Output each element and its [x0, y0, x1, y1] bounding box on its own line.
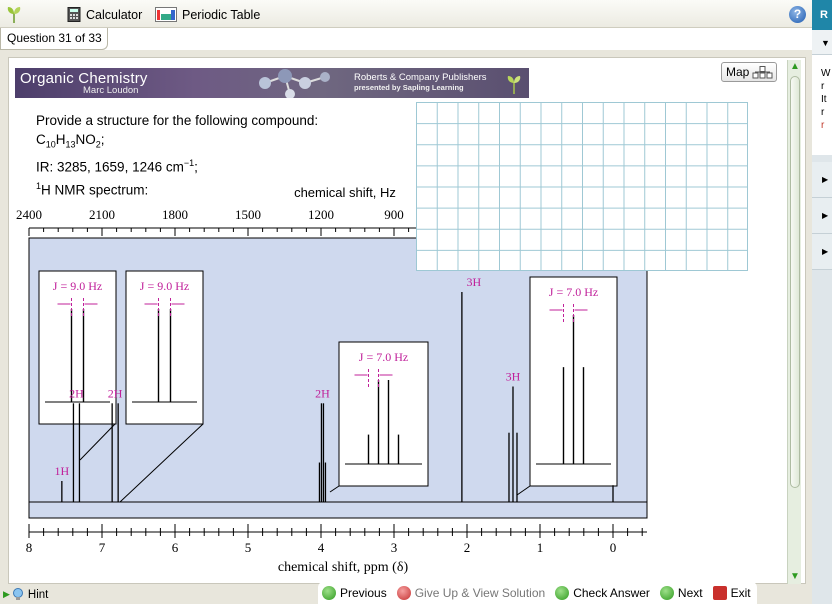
inset-box [38, 270, 117, 425]
calculator-label: Calculator [86, 7, 143, 22]
top-tick-label: 1800 [162, 207, 188, 222]
x-tick-label: 7 [99, 540, 106, 555]
periodic-table-icon [155, 7, 177, 22]
previous-label: Previous [340, 586, 387, 600]
calculator-icon [67, 7, 81, 22]
exit-button[interactable]: Exit [712, 586, 751, 600]
lightbulb-icon [12, 588, 23, 600]
bottom-axis: 8 7 6 5 4 3 2 1 0 [26, 524, 647, 555]
navigation-buttons: Previous Give Up & View Solution Check A… [318, 582, 757, 604]
x-tick-label: 3 [391, 540, 398, 555]
coupling-constant-label: J = 7.0 Hz [549, 285, 598, 299]
question-prompt: Provide a structure for the following co… [36, 113, 319, 128]
exit-door-icon [712, 586, 727, 600]
next-arrow-icon [659, 586, 674, 600]
x-axis-label: chemical shift, ppm (δ) [278, 560, 409, 575]
calculator-button[interactable]: Calculator [67, 6, 142, 23]
exit-label: Exit [730, 586, 751, 600]
expand-arrow-icon: ▶ [3, 589, 10, 599]
x-tick-label: 4 [318, 540, 325, 555]
previous-arrow-icon [322, 586, 336, 600]
scroll-thumb[interactable] [790, 76, 800, 488]
coupling-constant-label: J = 7.0 Hz [359, 350, 408, 364]
check-answer-button[interactable]: Check Answer [555, 586, 650, 600]
hint-label: Hint [27, 588, 49, 601]
question-counter-tab: Question 31 of 33 [0, 28, 108, 50]
integration-label: 2H [315, 386, 330, 400]
inset-box [125, 270, 204, 425]
molecular-formula: C10H13NO2; [36, 131, 105, 150]
banner-presented-by: presented by Sapling Learning [354, 83, 464, 92]
help-icon[interactable]: ? [789, 6, 806, 23]
ir-data: IR: 3285, 1659, 1246 cm−1; [36, 157, 198, 175]
sidebar-expand-icon[interactable]: ▶ [812, 234, 832, 270]
molecule-graphic [259, 69, 330, 98]
integration-label: 3H [506, 370, 521, 384]
top-tick-label: 900 [384, 207, 404, 222]
integration-label: 2H [108, 386, 123, 400]
sapling-leaf-icon [6, 4, 22, 24]
next-button[interactable]: Next [659, 586, 703, 600]
integration-label: 2H [69, 386, 84, 400]
x-tick-label: 1 [537, 540, 544, 555]
give-up-icon [396, 586, 411, 600]
banner-publisher: Roberts & Company Publishers [354, 72, 487, 83]
periodic-table-label: Periodic Table [182, 7, 261, 22]
x-tick-label: 5 [245, 540, 252, 555]
coupling-constant-label: J = 9.0 Hz [140, 279, 189, 293]
sidebar-expand-icon[interactable]: ▶ [812, 198, 832, 234]
scroll-up-icon[interactable]: ▲ [788, 60, 802, 74]
structure-drawing-canvas[interactable] [416, 102, 748, 271]
right-sidebar: R ▼ Wr It r r ▶ ▶ ▶ [812, 0, 832, 604]
x-tick-label: 6 [172, 540, 179, 555]
top-tick-label: 1500 [235, 207, 261, 222]
top-tick-label: 1200 [308, 207, 334, 222]
vertical-scrollbar[interactable]: ▲ ▼ [787, 60, 801, 584]
integration-label: 3H [467, 275, 482, 289]
banner-author: Marc Loudon [83, 85, 139, 96]
map-button[interactable]: Map [721, 62, 777, 82]
top-axis-label: chemical shift, Hz [294, 185, 396, 200]
top-toolbar: Calculator Periodic Table ? [0, 0, 812, 28]
bottom-bar: ▶ Hint Previous Give Up & View Solution … [0, 582, 812, 604]
give-up-label: Give Up & View Solution [414, 586, 546, 600]
top-tick-label: 2100 [89, 207, 115, 222]
sidebar-expand-icon[interactable]: ▶ [812, 162, 832, 198]
x-tick-label: 8 [26, 540, 33, 555]
x-tick-label: 2 [464, 540, 471, 555]
top-tick-label: 2400 [16, 207, 42, 222]
coupling-constant-label: J = 9.0 Hz [53, 279, 102, 293]
course-banner: Organic Chemistry Marc Loudon Roberts & … [15, 68, 529, 98]
sapling-leaf-icon [506, 73, 522, 98]
x-tick-label: 0 [610, 540, 617, 555]
previous-button[interactable]: Previous [322, 586, 387, 600]
integration-label: 1H [55, 464, 70, 478]
sidebar-header: R [812, 0, 832, 30]
next-label: Next [677, 586, 703, 600]
map-label: Map [726, 65, 750, 79]
periodic-table-button[interactable]: Periodic Table [155, 6, 260, 23]
check-answer-label: Check Answer [573, 586, 650, 600]
check-icon [555, 586, 570, 600]
sidebar-text: Wr It r r [812, 55, 832, 155]
sidebar-dropdown-icon[interactable]: ▼ [812, 30, 832, 55]
map-icon [752, 66, 773, 79]
give-up-button[interactable]: Give Up & View Solution [396, 586, 546, 600]
hint-button[interactable]: ▶ Hint [3, 588, 48, 601]
